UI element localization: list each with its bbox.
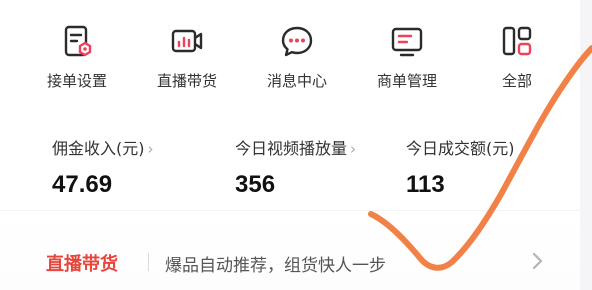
chevron-right-icon: › xyxy=(147,140,154,158)
divider xyxy=(148,253,149,271)
stat-label-text: 佣金收入(元) xyxy=(52,139,145,158)
quick-action-label: 直播带货 xyxy=(156,72,217,90)
stat-label-text: 今日视频播放量 xyxy=(235,139,348,158)
quick-action-label: 消息中心 xyxy=(266,72,327,90)
quick-action-business-orders[interactable]: 商单管理 xyxy=(352,22,462,91)
quick-action-order-settings[interactable]: 接单设置 xyxy=(22,22,132,91)
quick-action-message-center[interactable]: 消息中心 xyxy=(242,22,352,91)
creator-dashboard-card: 接单设置 直播带货 消息中心 商单管理 全部 佣金收入(元) › 47.69 今… xyxy=(0,0,580,290)
stat-label: 佣金收入(元) › xyxy=(52,135,154,159)
quick-action-label: 全部 xyxy=(501,72,532,90)
stat-gmv-today[interactable]: 今日成交额(元) 113 xyxy=(406,135,518,199)
stat-value: 356 xyxy=(235,171,276,198)
live-selling-promo-banner[interactable]: 直播带货 爆品自动推荐，组货快人一步 xyxy=(0,210,580,290)
quick-actions-row: 接单设置 直播带货 消息中心 商单管理 全部 xyxy=(0,22,580,102)
monitor-doc-icon xyxy=(391,27,423,57)
order-settings-icon xyxy=(64,25,92,57)
quick-action-label: 商单管理 xyxy=(376,72,437,90)
stat-commission-income[interactable]: 佣金收入(元) › 47.69 xyxy=(52,135,154,199)
chevron-right-icon[interactable] xyxy=(528,249,548,273)
live-camera-icon xyxy=(171,29,203,53)
quick-action-live-selling[interactable]: 直播带货 xyxy=(132,22,242,91)
stat-label: 今日成交额(元) xyxy=(406,135,518,159)
chat-bubble-icon xyxy=(281,26,313,57)
promo-title: 直播带货 xyxy=(46,254,118,275)
grid-layout-icon xyxy=(502,26,532,56)
stat-video-views-today[interactable]: 今日视频播放量 › 356 xyxy=(235,135,356,199)
quick-action-label: 接单设置 xyxy=(46,72,107,90)
chevron-right-icon: › xyxy=(350,140,357,158)
stat-label-text: 今日成交额(元) xyxy=(406,139,515,158)
stat-value: 113 xyxy=(406,171,445,198)
stat-value: 47.69 xyxy=(52,171,113,198)
promo-text: 爆品自动推荐，组货快人一步 xyxy=(165,256,386,276)
quick-action-all[interactable]: 全部 xyxy=(462,22,572,91)
stat-label: 今日视频播放量 › xyxy=(235,135,356,159)
